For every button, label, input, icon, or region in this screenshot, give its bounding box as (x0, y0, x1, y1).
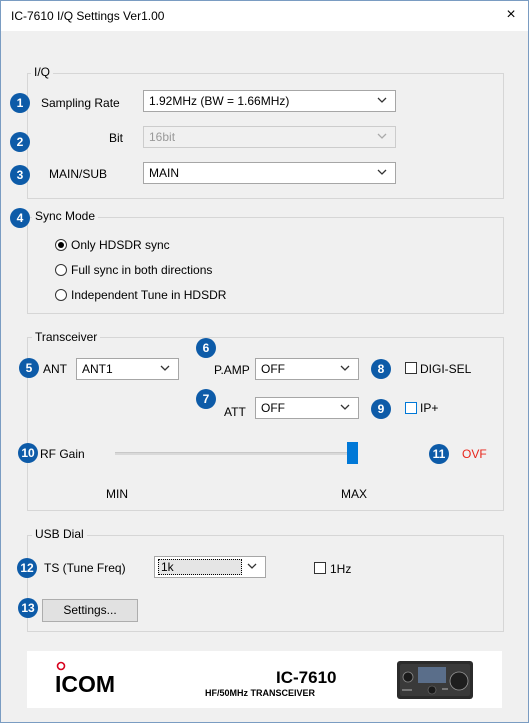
main-sub-label: MAIN/SUB (49, 167, 108, 181)
radio-label: Only HDSDR sync (71, 238, 170, 252)
sampling-rate-label: Sampling Rate (41, 96, 120, 110)
sync-mode-group-label: Sync Mode (32, 209, 99, 223)
ant-select[interactable]: ANT1 (76, 358, 179, 380)
sampling-rate-value: 1.92MHz (BW = 1.66MHz) (149, 94, 290, 108)
sampling-rate-select[interactable]: 1.92MHz (BW = 1.66MHz) (143, 90, 396, 112)
bit-label: Bit (109, 131, 124, 145)
bit-select: 16bit (143, 126, 396, 148)
att-select[interactable]: OFF (255, 397, 359, 419)
chevron-down-icon (377, 133, 387, 139)
radio-button[interactable] (55, 289, 67, 301)
att-value: OFF (261, 401, 285, 415)
one-hz-label: 1Hz (330, 562, 352, 576)
iq-group-label: I/Q (31, 65, 54, 79)
badge-12: 12 (17, 558, 37, 578)
icom-logo: ICOM (55, 661, 175, 701)
ipplus-label: IP+ (420, 401, 439, 415)
rf-gain-min-label: MIN (106, 487, 128, 501)
ant-value: ANT1 (82, 362, 113, 376)
chevron-down-icon (340, 404, 350, 410)
window-title: IC-7610 I/Q Settings Ver1.00 (11, 9, 165, 23)
badge-11: 11 (429, 444, 449, 464)
usb-dial-group-label: USB Dial (32, 527, 87, 541)
radio-button[interactable] (55, 264, 67, 276)
ipplus-checkbox[interactable] (405, 402, 417, 414)
badge-9: 9 (371, 399, 391, 419)
transceiver-group-label: Transceiver (32, 330, 101, 344)
title-bar: IC-7610 I/Q Settings Ver1.00 × (1, 1, 528, 31)
icom-banner: ICOM IC-7610 HF/50MHz TRANSCEIVER (27, 651, 502, 708)
badge-2: 2 (10, 132, 30, 152)
radio-label: Independent Tune in HDSDR (71, 288, 227, 302)
chevron-down-icon (377, 169, 387, 175)
chevron-down-icon (340, 365, 350, 371)
slider-thumb[interactable] (347, 442, 358, 464)
settings-window: IC-7610 I/Q Settings Ver1.00 × I/Q 1 Sam… (0, 0, 529, 723)
rf-gain-max-label: MAX (341, 487, 368, 501)
model-subtitle: HF/50MHz TRANSCEIVER (205, 688, 316, 698)
settings-button[interactable]: Settings... (42, 599, 138, 622)
main-sub-select[interactable]: MAIN (143, 162, 396, 184)
ts-select[interactable]: 1k (154, 556, 266, 578)
rf-gain-slider[interactable] (115, 441, 358, 465)
digisel-label: DIGI-SEL (420, 362, 472, 376)
chevron-down-icon (247, 563, 257, 569)
chevron-down-icon (160, 365, 170, 371)
brand-name: ICOM (55, 671, 116, 697)
radio-device-image (397, 661, 473, 699)
badge-3: 3 (10, 165, 30, 185)
badge-4: 4 (10, 208, 30, 228)
radio-label: Full sync in both directions (71, 263, 213, 277)
badge-13: 13 (18, 598, 38, 618)
badge-8: 8 (371, 359, 391, 379)
pamp-select[interactable]: OFF (255, 358, 359, 380)
slider-track (115, 452, 358, 455)
pamp-value: OFF (261, 362, 285, 376)
one-hz-checkbox[interactable] (314, 562, 326, 574)
ant-label: ANT (43, 362, 67, 376)
close-icon[interactable]: × (502, 6, 520, 24)
logo-ring-icon (56, 661, 66, 671)
radio-option-independent[interactable]: Independent Tune in HDSDR (55, 287, 315, 303)
radio-button[interactable] (55, 239, 67, 251)
att-label: ATT (224, 405, 246, 419)
badge-10: 10 (18, 443, 38, 463)
radio-option-only-hdsdr[interactable]: Only HDSDR sync (55, 237, 315, 253)
ovf-indicator: OVF (462, 447, 487, 461)
badge-1: 1 (10, 93, 30, 113)
badge-6: 6 (196, 338, 216, 358)
digisel-checkbox[interactable] (405, 362, 417, 374)
bit-value: 16bit (149, 130, 176, 144)
badge-5: 5 (19, 358, 39, 378)
pamp-label: P.AMP (214, 363, 250, 377)
ts-value: 1k (158, 559, 242, 575)
ts-label: TS (Tune Freq) (44, 561, 126, 575)
chevron-down-icon (377, 97, 387, 103)
badge-7: 7 (196, 389, 216, 409)
model-name: IC-7610 (276, 668, 337, 687)
radio-option-full-sync[interactable]: Full sync in both directions (55, 262, 315, 278)
main-sub-value: MAIN (149, 166, 179, 180)
rf-gain-label: RF Gain (40, 447, 85, 461)
